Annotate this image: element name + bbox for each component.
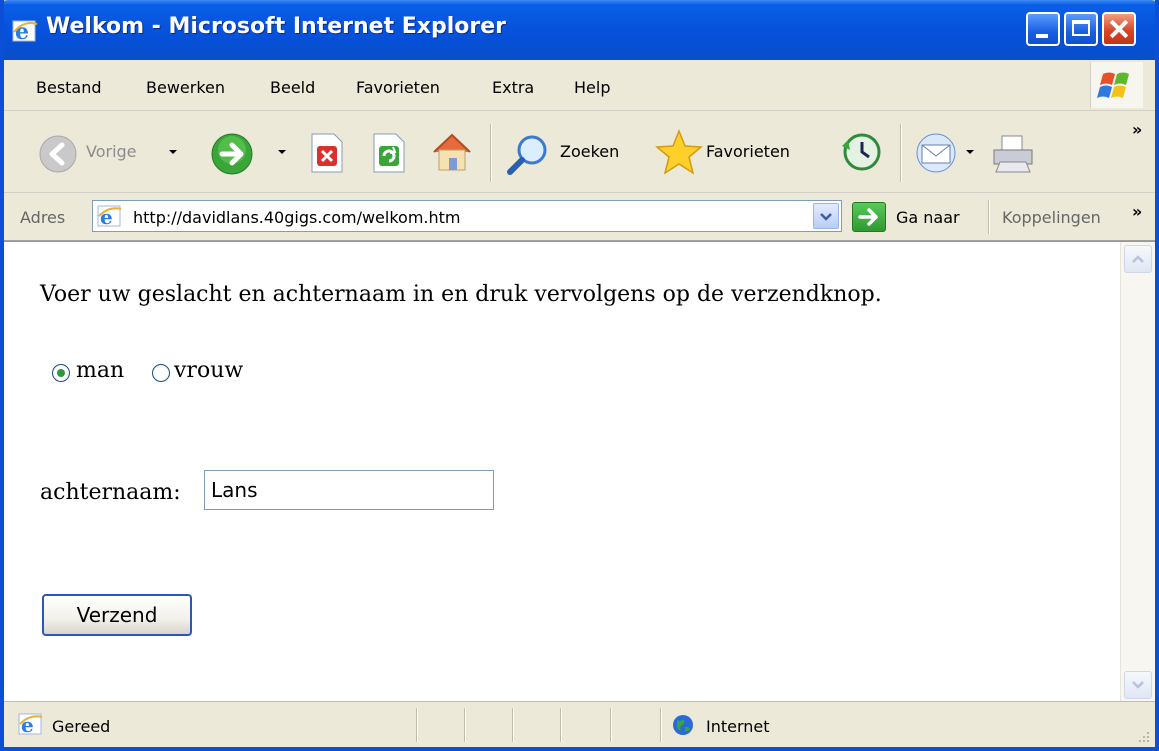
status-divider	[610, 708, 612, 742]
print-button[interactable]	[990, 132, 1036, 178]
status-divider	[560, 708, 562, 742]
favorites-label[interactable]: Favorieten	[706, 142, 790, 161]
search-icon	[507, 135, 547, 175]
links-label[interactable]: Koppelingen	[1002, 208, 1101, 227]
refresh-button[interactable]	[370, 132, 408, 178]
title-bar[interactable]: e Welkom - Microsoft Internet Explorer	[4, 0, 1155, 60]
history-button[interactable]	[838, 130, 884, 178]
back-dropdown-arrow-icon[interactable]	[169, 150, 177, 154]
status-divider	[416, 708, 418, 742]
address-bar: Adres e http://davidlans.40gigs.com/welk…	[4, 194, 1155, 241]
status-divider	[660, 708, 662, 742]
menu-beeld[interactable]: Beeld	[270, 78, 315, 97]
radio-man[interactable]	[52, 364, 70, 382]
submit-button[interactable]: Verzend	[42, 594, 192, 636]
instruction-text: Voer uw geslacht en achternaam in en dru…	[40, 282, 882, 307]
address-url[interactable]: http://davidlans.40gigs.com/welkom.htm	[133, 208, 461, 227]
stop-button[interactable]	[308, 132, 346, 178]
address-label: Adres	[20, 208, 66, 227]
mail-button[interactable]	[914, 132, 960, 178]
back-button[interactable]	[38, 134, 78, 178]
status-text: Gereed	[52, 717, 111, 736]
forward-button[interactable]	[210, 132, 254, 180]
menu-bestand[interactable]: Bestand	[36, 78, 102, 97]
status-divider	[512, 708, 514, 742]
window-title: Welkom - Microsoft Internet Explorer	[46, 14, 507, 39]
mail-icon	[916, 133, 956, 173]
history-icon	[842, 133, 881, 171]
status-bar: e Gereed Internet	[4, 701, 1155, 747]
home-button[interactable]	[430, 130, 474, 178]
search-label[interactable]: Zoeken	[560, 142, 619, 161]
toolbar-separator	[900, 124, 902, 182]
scroll-up-button[interactable]	[1124, 245, 1152, 273]
ie-logo-icon: e	[12, 19, 38, 44]
radio-vrouw-label[interactable]: vrouw	[174, 358, 243, 383]
radio-vrouw[interactable]	[152, 364, 170, 382]
address-input[interactable]: e http://davidlans.40gigs.com/welkom.htm	[92, 200, 842, 232]
resize-grip-icon[interactable]	[1135, 728, 1151, 744]
address-dropdown-button[interactable]	[813, 203, 839, 229]
security-zone-text: Internet	[706, 717, 770, 736]
standard-toolbar: Vorige Zoeken Favorieten »	[4, 112, 1155, 193]
go-button[interactable]	[852, 202, 886, 232]
scroll-down-button[interactable]	[1124, 671, 1152, 699]
forward-dropdown-arrow-icon[interactable]	[278, 150, 286, 154]
stop-icon	[311, 133, 343, 173]
chevron-up-icon	[1132, 255, 1144, 263]
menu-bewerken[interactable]: Bewerken	[146, 78, 225, 97]
refresh-icon	[373, 133, 405, 173]
toolbar-overflow-chevron-icon[interactable]: »	[1132, 120, 1142, 139]
go-arrow-icon	[858, 208, 878, 226]
mail-dropdown-arrow-icon[interactable]	[966, 150, 974, 154]
lastname-label: achternaam:	[40, 480, 181, 505]
address-separator	[988, 200, 990, 234]
favorites-star-icon	[655, 128, 703, 175]
chevron-down-icon	[1132, 681, 1144, 689]
menu-help[interactable]: Help	[574, 78, 610, 97]
status-divider	[464, 708, 466, 742]
windows-logo-icon	[1090, 62, 1143, 108]
forward-icon	[211, 133, 253, 175]
page-status-icon: e	[18, 713, 43, 737]
menu-extra[interactable]: Extra	[492, 78, 534, 97]
go-label[interactable]: Ga naar	[896, 208, 960, 227]
print-icon	[993, 135, 1033, 173]
search-button[interactable]	[504, 132, 552, 180]
close-button[interactable]	[1102, 12, 1136, 46]
page-content: Voer uw geslacht en achternaam in en dru…	[4, 241, 1155, 702]
browser-window: e Welkom - Microsoft Internet Explorer B…	[0, 0, 1159, 751]
page-icon: e	[97, 205, 122, 228]
back-label[interactable]: Vorige	[86, 142, 137, 161]
lastname-input[interactable]: Lans	[204, 470, 494, 510]
toolbar-separator	[490, 124, 492, 182]
chevron-down-icon	[820, 213, 832, 221]
minimize-button[interactable]	[1026, 12, 1060, 46]
back-icon	[39, 135, 77, 173]
vertical-scrollbar[interactable]	[1120, 242, 1155, 702]
menu-bar: Bestand Bewerken Beeld Favorieten Extra …	[4, 60, 1155, 111]
maximize-button[interactable]	[1064, 12, 1098, 46]
links-overflow-chevron-icon[interactable]: »	[1132, 202, 1142, 221]
internet-globe-icon	[673, 715, 693, 735]
home-icon	[433, 133, 471, 171]
radio-man-label[interactable]: man	[76, 358, 124, 383]
favorites-button[interactable]	[654, 128, 704, 180]
menu-favorieten[interactable]: Favorieten	[356, 78, 440, 97]
